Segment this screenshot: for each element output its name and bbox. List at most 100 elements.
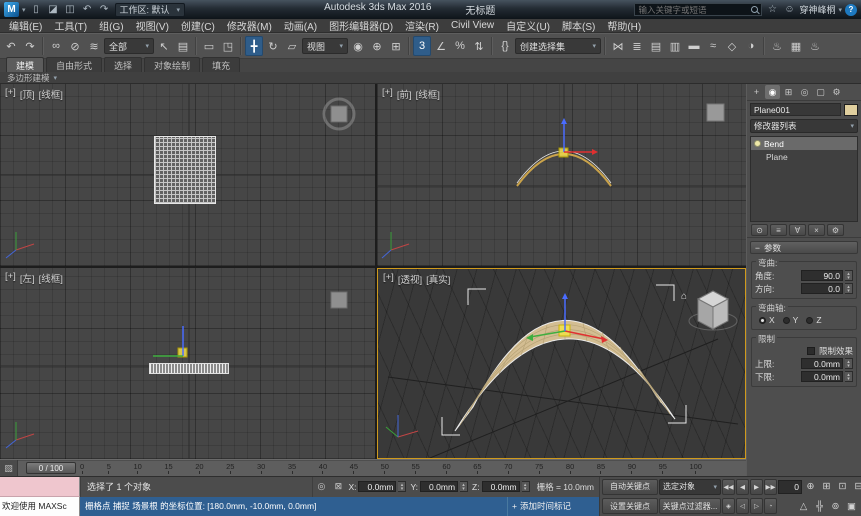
x-coordinate-field[interactable]: 0.0mm <box>358 481 396 492</box>
menu-item[interactable]: 创建(C) <box>175 19 221 32</box>
command-tab-motion[interactable]: ◎ <box>797 85 812 99</box>
curve-editor-button[interactable]: ≈ <box>704 36 722 56</box>
next-key-button[interactable]: ▷ <box>750 498 763 514</box>
new-scene-button[interactable]: ▯ <box>29 2 44 17</box>
material-editor-button[interactable]: ◑ <box>742 36 760 56</box>
angle-snap-toggle[interactable]: ∠ <box>432 36 450 56</box>
viewport-pov-label[interactable]: [左] <box>20 271 35 285</box>
auto-key-button[interactable]: 自动关键点 <box>602 479 658 495</box>
spinner-arrows-icon[interactable]: ▴▾ <box>845 283 853 294</box>
open-mini-curve-editor-button[interactable]: ▧ <box>0 460 18 476</box>
time-configuration-button[interactable]: ◔ <box>764 498 777 514</box>
viewport-pov-label[interactable]: [前] <box>397 87 412 101</box>
ribbon-tab-selection[interactable]: 选择 <box>104 57 142 72</box>
menu-item[interactable]: 自定义(U) <box>500 19 556 32</box>
y-coordinate-field[interactable]: 0.0mm <box>420 481 458 492</box>
menu-item[interactable]: 渲染(R) <box>399 19 445 32</box>
max-logo-icon[interactable]: M <box>4 2 19 17</box>
rectangular-selection-region-button[interactable]: ▭ <box>200 36 218 56</box>
sign-in-menu[interactable]: ☺ 穿神峰桐 ▾ <box>782 3 842 16</box>
snap-toggle-3d[interactable]: 3 <box>413 36 431 56</box>
selected-filter-dropdown[interactable]: 选定对象▾ <box>659 479 721 495</box>
bend-axis-x-radio[interactable]: X <box>759 315 775 325</box>
go-to-start-button[interactable]: ◀◀ <box>722 479 735 495</box>
command-tab-create[interactable]: + <box>749 85 764 99</box>
current-frame-field[interactable]: 0 <box>778 480 802 494</box>
key-mode-toggle[interactable]: ◈ <box>722 498 735 514</box>
undo-button[interactable]: ↶ <box>2 36 20 56</box>
pan-view-button[interactable]: ╬ <box>812 498 827 514</box>
angle-spinner[interactable]: 90.0 <box>801 270 843 281</box>
previous-key-button[interactable]: ◁ <box>736 498 749 514</box>
render-production-button[interactable]: ♨ <box>806 36 824 56</box>
workspace-dropdown[interactable]: 工作区: 默认 ▾ <box>115 3 186 17</box>
open-file-button[interactable]: ◪ <box>46 2 61 17</box>
command-tab-hierarchy[interactable]: ⊞ <box>781 85 796 99</box>
schematic-view-button[interactable]: ◇ <box>723 36 741 56</box>
modifier-enable-bulb-icon[interactable] <box>754 140 761 147</box>
select-object-button[interactable]: ↖ <box>155 36 173 56</box>
plane-object-top-view[interactable] <box>154 136 216 204</box>
undo-button[interactable]: ↶ <box>80 2 95 17</box>
zoom-extents-button[interactable]: ⊡ <box>835 479 850 495</box>
spinner-arrows-icon[interactable]: ▴▾ <box>845 358 853 369</box>
toggle-scene-explorer-button[interactable]: ▤ <box>647 36 665 56</box>
unlink-selection-button[interactable]: ⊘ <box>66 36 84 56</box>
direction-spinner[interactable]: 0.0 <box>801 283 843 294</box>
toggle-ribbon-button[interactable]: ▬ <box>685 36 703 56</box>
field-of-view-button[interactable]: △ <box>796 498 811 514</box>
command-tab-modify[interactable]: ◉ <box>765 85 780 99</box>
use-pivot-point-center-button[interactable]: ◉ <box>349 36 367 56</box>
command-tab-utilities[interactable]: ⚙ <box>829 85 844 99</box>
align-button[interactable]: ≣ <box>628 36 646 56</box>
maxscript-macro-recorder[interactable] <box>0 477 80 497</box>
viewport-left[interactable]: [+] [左] [线框] <box>0 268 375 459</box>
upper-limit-spinner[interactable]: 0.0mm <box>801 358 843 369</box>
viewport-front[interactable]: [+] [前] [线框] <box>377 84 746 266</box>
named-selection-sets-dropdown[interactable]: 创建选择集▾ <box>515 38 601 54</box>
command-tab-display[interactable]: ▢ <box>813 85 828 99</box>
viewport-menu-button[interactable]: [+] <box>382 87 393 101</box>
object-name-field[interactable]: Plane001 <box>750 103 841 116</box>
viewport-menu-button[interactable]: [+] <box>383 272 394 286</box>
select-and-move-button[interactable]: ╋ <box>245 36 263 56</box>
spinner-arrows-icon[interactable]: ▴▾ <box>398 481 406 492</box>
bend-axis-y-radio[interactable]: Y <box>783 315 799 325</box>
time-slider-handle[interactable]: 0 / 100 <box>26 462 76 474</box>
save-file-button[interactable]: ◫ <box>63 2 78 17</box>
menu-item[interactable]: Civil View <box>445 19 500 32</box>
bind-to-space-warp-button[interactable]: ≋ <box>85 36 103 56</box>
select-and-manipulate-button[interactable]: ⊕ <box>368 36 386 56</box>
ribbon-tab-populate[interactable]: 填充 <box>202 57 240 72</box>
spinner-arrows-icon[interactable]: ▴▾ <box>845 270 853 281</box>
viewport-pov-label[interactable]: [透视] <box>398 272 422 286</box>
viewport-top[interactable]: [+] [顶] [线框] <box>0 84 375 266</box>
mirror-button[interactable]: ⋈ <box>609 36 627 56</box>
menu-item[interactable]: 脚本(S) <box>556 19 601 32</box>
zoom-extents-all-button[interactable]: ⊟ <box>851 479 861 495</box>
isolate-selection-toggle[interactable]: ◎ <box>313 477 329 497</box>
viewport-pov-label[interactable]: [顶] <box>20 87 35 101</box>
select-and-link-button[interactable]: ∞ <box>47 36 65 56</box>
redo-button[interactable]: ↷ <box>21 36 39 56</box>
zoom-button[interactable]: ⊕ <box>803 479 818 495</box>
menu-item[interactable]: 编辑(E) <box>3 19 48 32</box>
limit-effect-checkbox[interactable] <box>807 347 815 355</box>
spinner-arrows-icon[interactable]: ▴▾ <box>522 481 530 492</box>
favorites-star-icon[interactable]: ☆ <box>765 4 779 15</box>
set-key-button[interactable]: 设置关键点 <box>602 498 658 514</box>
menu-item[interactable]: 视图(V) <box>130 19 175 32</box>
viewport-shading-label[interactable]: [线框] <box>39 271 63 285</box>
ribbon-panel-label[interactable]: 多边形建模 <box>7 72 50 84</box>
make-unique-button[interactable]: ∀ <box>789 224 806 236</box>
help-icon[interactable]: ? <box>845 4 857 16</box>
ribbon-tab-freeform[interactable]: 自由形式 <box>46 57 102 72</box>
percent-snap-toggle[interactable]: % <box>451 36 469 56</box>
render-setup-button[interactable]: ♨ <box>768 36 786 56</box>
selection-filter-dropdown[interactable]: 全部▾ <box>104 38 154 54</box>
pin-stack-button[interactable]: ⊙ <box>751 224 768 236</box>
keyboard-shortcut-override-toggle[interactable]: ⊞ <box>387 36 405 56</box>
window-crossing-toggle[interactable]: ◳ <box>219 36 237 56</box>
select-and-rotate-button[interactable]: ↻ <box>264 36 282 56</box>
lower-limit-spinner[interactable]: 0.0mm <box>801 371 843 382</box>
